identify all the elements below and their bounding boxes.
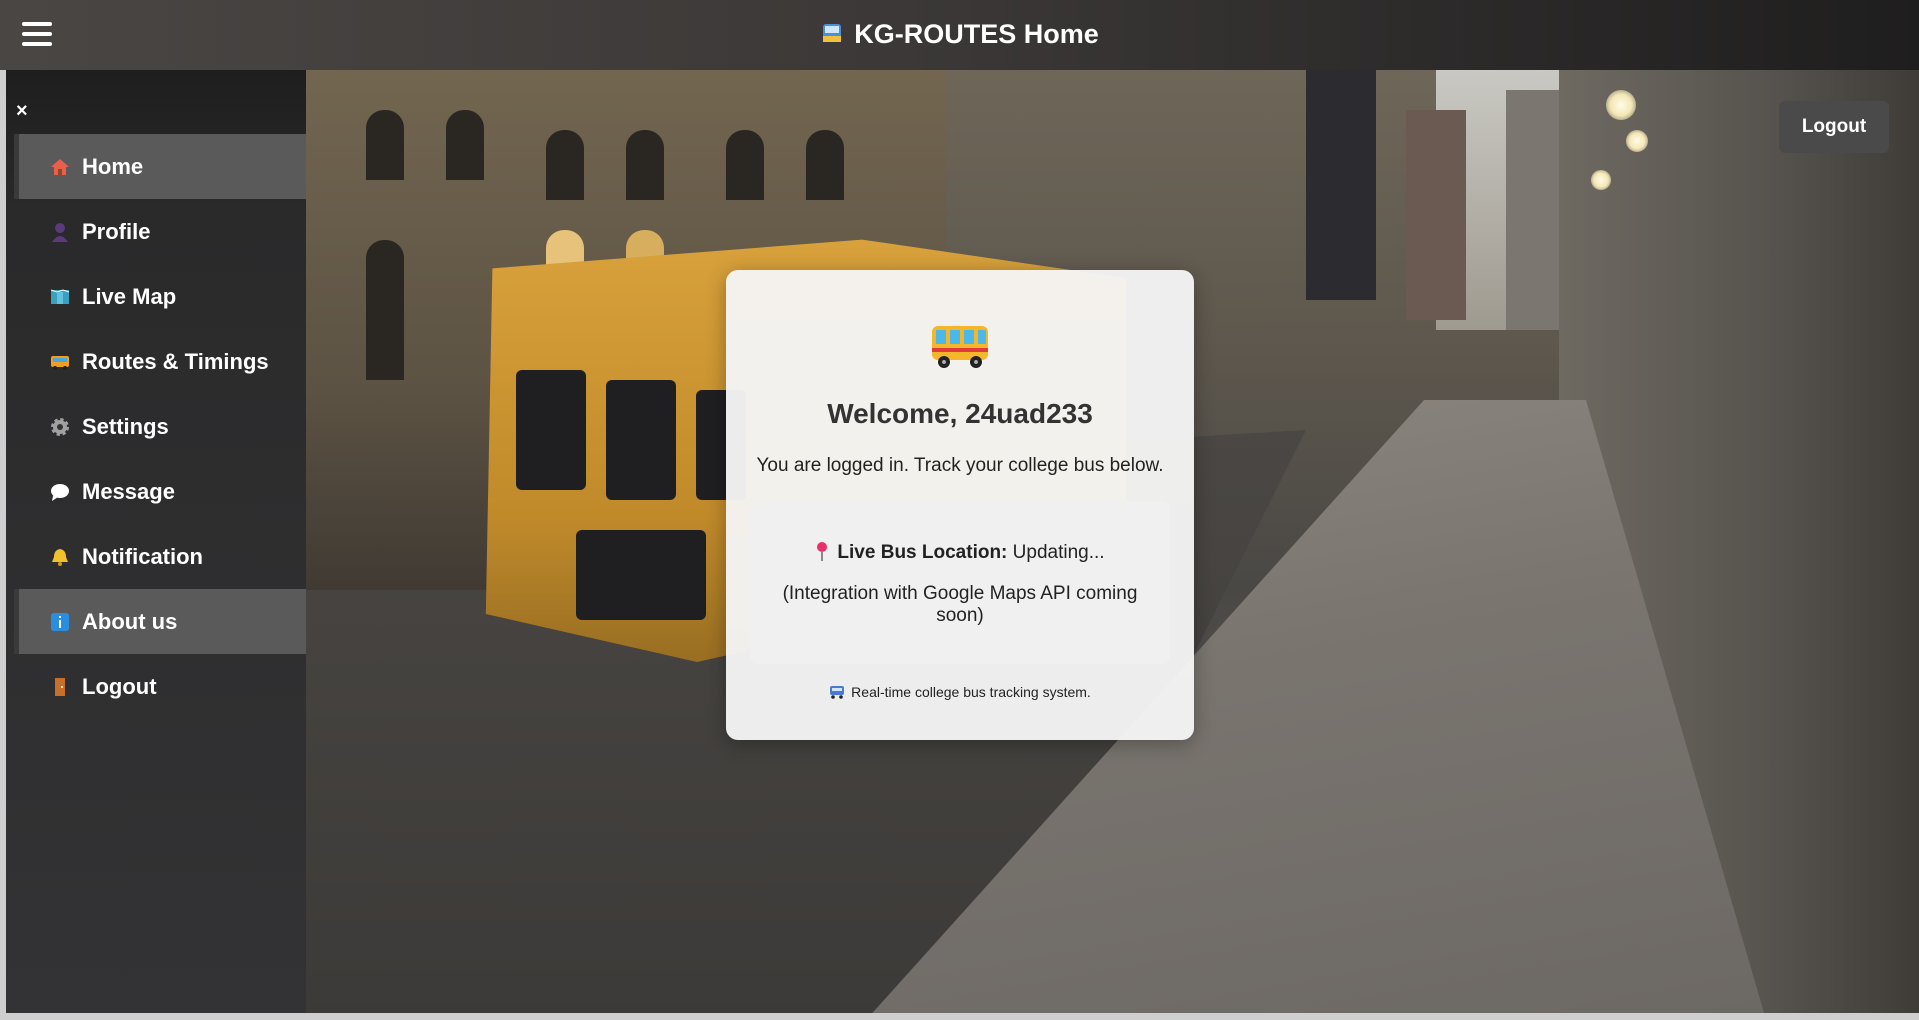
welcome-heading: Welcome, 24uad233 <box>827 398 1093 429</box>
gear-icon <box>48 415 72 439</box>
sidebar-item-label: Live Map <box>82 283 177 309</box>
bus-icon <box>830 686 845 699</box>
sidebar-item-label: Profile <box>82 218 151 244</box>
bus-location-box: Live Bus Location: Updating... (Integrat… <box>750 501 1170 664</box>
sidebar: × Home Profile Live Map Routes & Timings <box>6 70 306 1013</box>
sidebar-item-label: Home <box>82 153 144 179</box>
person-icon <box>48 220 72 244</box>
sidebar-item-label: Settings <box>82 413 169 439</box>
sidebar-menu: Home Profile Live Map Routes & Timings S… <box>14 134 306 719</box>
sidebar-item-label: Message <box>82 478 175 504</box>
door-icon <box>48 675 72 699</box>
sidebar-item-settings[interactable]: Settings <box>14 394 306 459</box>
logout-button[interactable]: Logout <box>1779 101 1889 153</box>
bus-icon <box>823 24 842 42</box>
sidebar-item-label: Notification <box>82 543 203 569</box>
sidebar-item-live-map[interactable]: Live Map <box>14 264 306 329</box>
location-label: Live Bus Location: <box>837 542 1008 563</box>
sidebar-item-profile[interactable]: Profile <box>14 199 306 264</box>
close-icon[interactable]: × <box>16 100 28 123</box>
integration-note: (Integration with Google Maps API coming… <box>782 583 1138 626</box>
app-title: KG-ROUTES Home <box>854 19 1099 49</box>
map-icon <box>48 285 72 309</box>
bus-icon <box>932 326 988 368</box>
info-icon <box>48 610 72 634</box>
top-bar: KG-ROUTES Home <box>0 0 1919 70</box>
sidebar-item-message[interactable]: Message <box>14 459 306 524</box>
speech-bubble-icon <box>48 480 72 504</box>
card-footer: Real-time college bus tracking system. <box>726 684 1194 700</box>
sidebar-item-home[interactable]: Home <box>14 134 306 199</box>
welcome-subtitle: You are logged in. Track your college bu… <box>756 455 1164 476</box>
sidebar-item-label: Routes & Timings <box>82 348 269 374</box>
welcome-card: Welcome, 24uad233 You are logged in. Tra… <box>726 270 1194 740</box>
page-title: KG-ROUTES Home <box>0 19 1919 50</box>
sidebar-item-label: Logout <box>82 673 157 699</box>
sidebar-item-notification[interactable]: Notification <box>14 524 306 589</box>
house-icon <box>48 155 72 179</box>
bell-icon <box>48 545 72 569</box>
footer-text: Real-time college bus tracking system. <box>851 684 1091 700</box>
sidebar-item-about-us[interactable]: About us <box>14 589 306 654</box>
sidebar-item-routes-timings[interactable]: Routes & Timings <box>14 329 306 394</box>
location-status: Updating... <box>1007 542 1105 563</box>
live-location-line: Live Bus Location: Updating... <box>750 541 1170 564</box>
sidebar-item-label: About us <box>82 608 178 634</box>
sidebar-item-logout[interactable]: Logout <box>14 654 306 719</box>
bus-icon <box>48 350 72 374</box>
pin-icon <box>817 542 828 561</box>
